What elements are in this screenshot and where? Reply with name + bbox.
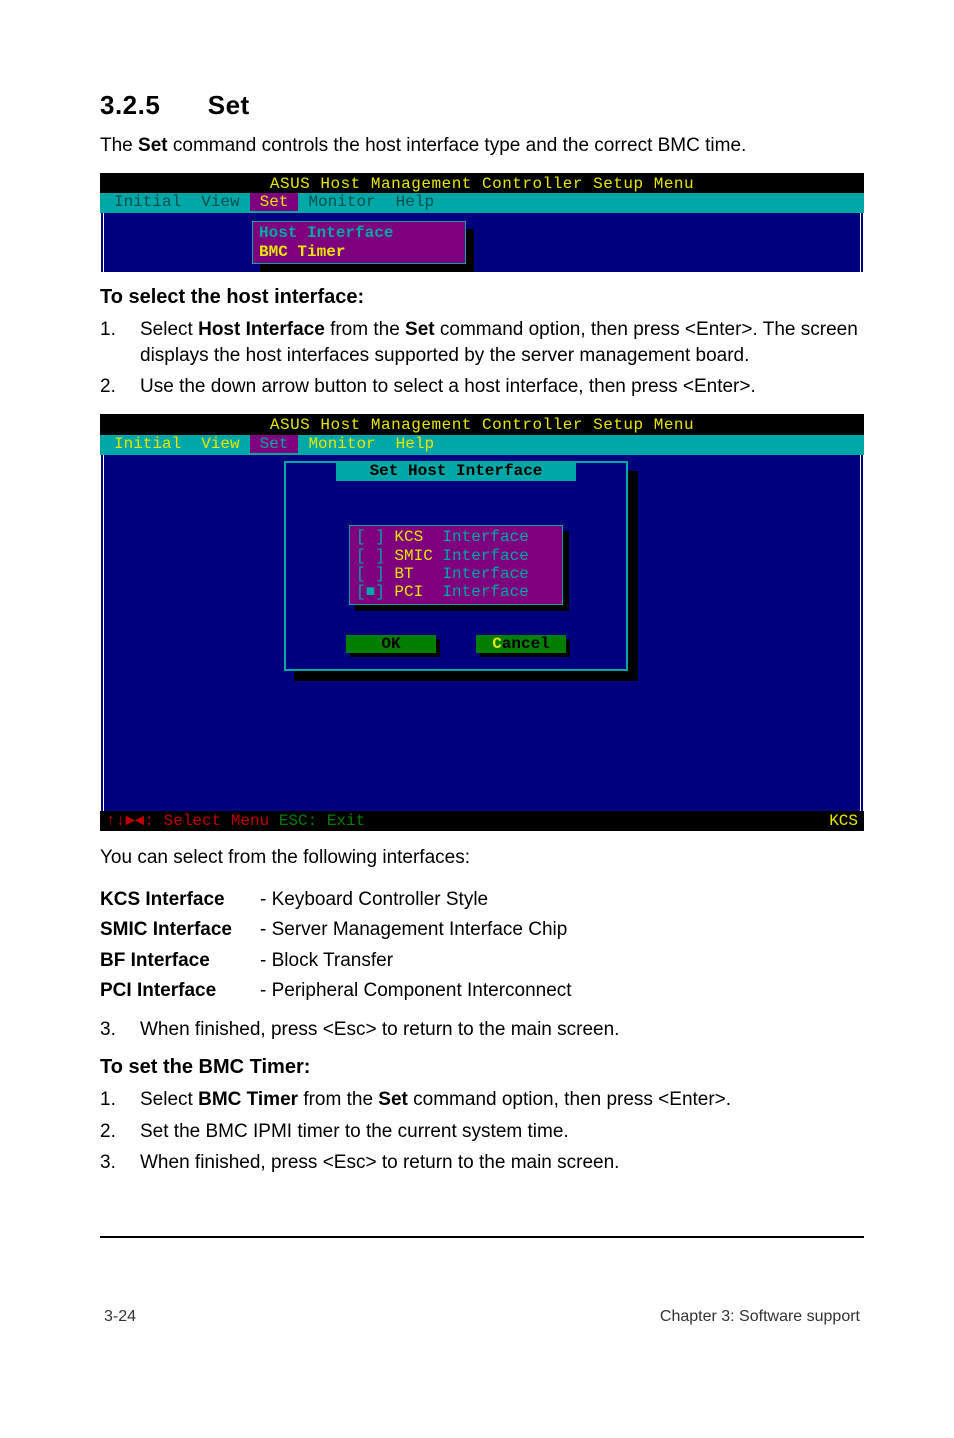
s1b2: Set [405, 319, 435, 340]
opt-kcs: [ ] KCS Interface [356, 528, 556, 546]
menu-set: Set [250, 193, 299, 211]
step1-text: Select Host Interface from the Set comma… [140, 317, 864, 368]
b3num: 3. [100, 1150, 140, 1176]
section-title: Set [208, 90, 250, 120]
cancel-button: Cancel [476, 635, 566, 653]
menu-help: Help [386, 193, 444, 211]
s1m: from the [325, 319, 405, 340]
menu-initial: Initial [104, 193, 191, 211]
intro-pre: The [100, 135, 138, 156]
menu-view: View [191, 193, 249, 211]
cancel-hotkey: C [492, 635, 502, 653]
term2-title: ASUS Host Management Controller Setup Me… [100, 414, 864, 434]
terminal-screenshot-1: ASUS Host Management Controller Setup Me… [100, 173, 864, 273]
term1-body: Host Interface BMC Timer [100, 213, 864, 272]
step3-text: When finished, press <Esc> to return to … [140, 1017, 864, 1043]
steps-bmc-timer: 1. Select BMC Timer from the Set command… [100, 1087, 864, 1176]
opt-bt: [ ] BT Interface [356, 565, 556, 583]
menu2-view: View [191, 435, 249, 453]
b2text: Set the BMC IPMI timer to the current sy… [140, 1119, 864, 1145]
step-2: 2. Use the down arrow button to select a… [100, 374, 864, 400]
term2-body: Set Host Interface [ ] KCS Interface [ ]… [100, 455, 864, 811]
step-3: 3. When finished, press <Esc> to return … [100, 1017, 864, 1043]
s1p: Select [140, 319, 198, 340]
status-nav-hint: ↑↓►◄: Select Menu [106, 812, 279, 830]
interface-options: [ ] KCS Interface [ ] SMIC Interface [ ]… [349, 525, 563, 605]
terminal-screenshot-2: ASUS Host Management Controller Setup Me… [100, 414, 864, 831]
bmc-step-1: 1. Select BMC Timer from the Set command… [100, 1087, 864, 1113]
footer-page-number: 3-24 [104, 1308, 136, 1326]
status-right: KCS [829, 812, 858, 830]
opt-pci: [■] PCI Interface [356, 583, 556, 601]
intro-post: command controls the host interface type… [168, 135, 747, 156]
def-kcs: KCS Interface- Keyboard Controller Style [100, 885, 864, 915]
footer-rule [100, 1236, 864, 1238]
interface-definitions: KCS Interface- Keyboard Controller Style… [100, 885, 864, 1007]
menu2-initial: Initial [104, 435, 191, 453]
term2-statusbar: ↑↓►◄: Select Menu ESC: Exit KCS [100, 811, 864, 831]
def-pci: PCI Interface- Peripheral Component Inte… [100, 976, 864, 1006]
menu-monitor: Monitor [298, 193, 385, 211]
dialog-title: Set Host Interface [336, 461, 576, 481]
bmc-step-2: 2. Set the BMC IPMI timer to the current… [100, 1119, 864, 1145]
menu2-set: Set [250, 435, 299, 453]
menu2-help: Help [386, 435, 444, 453]
status-left: ↑↓►◄: Select Menu ESC: Exit [106, 812, 365, 830]
intro-bold: Set [138, 135, 168, 156]
after-term2-text: You can select from the following interf… [100, 845, 864, 871]
def-smic: SMIC Interface- Server Management Interf… [100, 915, 864, 945]
dialog-buttons: OK Cancel [286, 635, 626, 653]
term2-menubar: Initial View Set Monitor Help [100, 435, 864, 455]
intro-paragraph: The Set command controls the host interf… [100, 133, 864, 159]
section-number: 3.2.5 [100, 90, 200, 121]
status-esc-hint: ESC: Exit [279, 812, 365, 830]
footer-chapter: Chapter 3: Software support [660, 1308, 860, 1326]
host-interface-dialog: Set Host Interface [ ] KCS Interface [ ]… [284, 461, 628, 671]
step3-wrapper: 3. When finished, press <Esc> to return … [100, 1017, 864, 1043]
b1text: Select BMC Timer from the Set command op… [140, 1087, 864, 1113]
step3-num: 3. [100, 1017, 140, 1043]
bmc-step-3: 3. When finished, press <Esc> to return … [100, 1150, 864, 1176]
submenu-bmc-timer: BMC Timer [259, 243, 459, 261]
page-body: 3.2.5 Set The Set command controls the h… [0, 0, 954, 1366]
opt-smic: [ ] SMIC Interface [356, 547, 556, 565]
s1b1: Host Interface [198, 319, 325, 340]
b1num: 1. [100, 1087, 140, 1113]
b2num: 2. [100, 1119, 140, 1145]
step2-text: Use the down arrow button to select a ho… [140, 374, 864, 400]
step1-num: 1. [100, 317, 140, 368]
b3text: When finished, press <Esc> to return to … [140, 1150, 864, 1176]
step2-num: 2. [100, 374, 140, 400]
subheading-host-interface: To select the host interface: [100, 286, 864, 309]
term1-menubar: Initial View Set Monitor Help [100, 193, 864, 213]
section-heading: 3.2.5 Set [100, 90, 864, 121]
subheading-bmc-timer: To set the BMC Timer: [100, 1056, 864, 1079]
steps-host-interface: 1. Select Host Interface from the Set co… [100, 317, 864, 400]
set-submenu: Host Interface BMC Timer [252, 221, 466, 264]
def-bf: BF Interface- Block Transfer [100, 946, 864, 976]
step-1: 1. Select Host Interface from the Set co… [100, 317, 864, 368]
term1-title: ASUS Host Management Controller Setup Me… [100, 173, 864, 193]
page-footer: 3-24 Chapter 3: Software support [100, 1308, 864, 1326]
menu2-monitor: Monitor [298, 435, 385, 453]
submenu-host-interface: Host Interface [259, 224, 459, 242]
ok-button: OK [346, 635, 436, 653]
